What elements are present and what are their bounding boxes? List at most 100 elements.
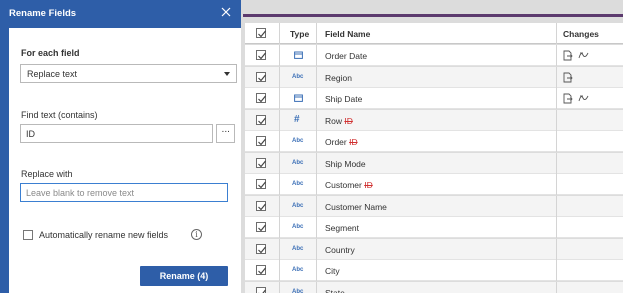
row-type-cell[interactable]: # [280,109,317,131]
field-name-text: City [325,266,340,276]
field-name-text: Order Date [325,51,368,61]
row-type-cell[interactable]: Abc [280,260,317,281]
row-field-name-cell[interactable]: Order ID [317,131,557,152]
removed-text: ID [344,115,353,126]
check-icon [258,74,266,81]
row-changes-cell [557,45,623,66]
row-changes-cell [557,174,623,195]
row-type-cell[interactable]: Abc [280,131,317,152]
row-checkbox[interactable] [256,265,266,275]
row-type-cell[interactable]: Abc [280,66,317,88]
field-name: Order ID [325,137,358,147]
field-name-text: Country [325,244,355,255]
row-checkbox[interactable] [256,114,266,125]
row-field-name-cell[interactable]: Customer Name [317,195,557,217]
row-checkbox[interactable] [256,243,266,254]
for-each-field-select[interactable]: Replace text [20,64,237,83]
table-row[interactable]: Abc Customer ID [245,174,623,195]
field-name: Customer ID [325,180,373,190]
check-icon [258,117,266,124]
row-checkbox[interactable] [256,179,266,189]
close-icon[interactable] [219,5,233,19]
row-type-cell[interactable]: Abc [280,174,317,195]
table-row[interactable]: Abc Segment [245,217,623,238]
table-row[interactable]: Abc Ship Mode [245,152,623,174]
calc-icon[interactable] [578,50,590,61]
auto-rename-checkbox[interactable] [23,230,33,240]
number-type-icon: # [294,113,300,125]
row-field-name-cell[interactable]: Ship Mode [317,152,557,174]
row-checkbox-cell [245,88,280,109]
row-changes-cell [557,131,623,152]
row-field-name-cell[interactable]: Order Date [317,45,557,66]
top-accent-bar [243,14,623,17]
select-all-checkbox[interactable] [256,28,266,38]
header-type-cell[interactable]: Type [280,23,317,44]
row-field-name-cell[interactable]: Customer ID [317,174,557,195]
string-type-icon: Abc [292,245,304,252]
rename-icon[interactable] [563,93,573,104]
row-type-cell[interactable]: Abc [280,217,317,238]
table-row[interactable]: Abc City [245,260,623,281]
row-checkbox[interactable] [256,50,266,60]
row-changes-cell [557,196,623,217]
header-changes-cell[interactable]: Changes [557,23,623,44]
string-type-icon: Abc [292,288,304,293]
row-field-name-cell[interactable]: City [317,260,557,281]
check-icon [258,95,266,103]
row-checkbox[interactable] [256,71,266,82]
row-type-cell[interactable]: Abc [280,195,317,217]
row-field-name-cell[interactable]: Country [317,238,557,260]
row-field-name-cell[interactable]: Region [317,66,557,88]
check-icon [258,160,266,167]
row-checkbox-cell [245,238,280,260]
rename-icon[interactable] [563,72,573,83]
row-field-name-cell[interactable]: State [317,281,557,293]
field-name: Region [325,73,352,83]
row-field-name-cell[interactable]: Row ID [317,109,557,131]
rename-button[interactable]: Rename (4) [140,266,228,286]
info-icon[interactable]: i [191,229,202,240]
calc-icon[interactable] [578,93,590,104]
row-checkbox[interactable] [256,157,266,168]
row-checkbox-cell [245,281,280,293]
more-options-button[interactable]: ··· [216,124,235,143]
replace-with-input[interactable] [20,183,228,202]
row-checkbox[interactable] [256,222,266,232]
field-name: Ship Mode [325,159,366,169]
field-name: Customer Name [325,202,387,212]
row-type-cell[interactable] [280,45,317,66]
auto-rename-label: Automatically rename new fields [39,230,169,240]
field-name-text: Order [325,137,350,147]
table-row[interactable]: Order Date [245,45,623,66]
row-type-cell[interactable]: Abc [280,238,317,260]
row-type-cell[interactable] [280,88,317,109]
header-field-name-cell[interactable]: Field Name [317,23,557,44]
row-changes-cell [557,239,623,260]
row-checkbox[interactable] [256,200,266,211]
row-field-name-cell[interactable]: Segment [317,217,557,238]
table-row[interactable]: Abc Order ID [245,131,623,152]
rename-icon[interactable] [563,50,573,61]
row-type-cell[interactable]: Abc [280,281,317,293]
table-row[interactable]: Abc Country [245,238,623,260]
table-row[interactable]: Abc Region [245,66,623,88]
row-type-cell[interactable]: Abc [280,152,317,174]
field-name: Segment [325,223,359,233]
row-field-name-cell[interactable]: Ship Date [317,88,557,109]
row-checkbox[interactable] [256,286,266,293]
field-name-text: Region [325,72,352,83]
row-checkbox[interactable] [256,93,266,103]
find-text-input[interactable] [20,124,213,143]
table-row[interactable]: # Row ID [245,109,623,131]
for-each-field-selected: Replace text [27,69,78,79]
string-type-icon: Abc [292,224,304,230]
date-type-icon [294,94,303,102]
check-icon [258,138,266,146]
table-row[interactable]: Abc State [245,281,623,293]
table-row[interactable]: Abc Customer Name [245,195,623,217]
fields-table-area: Type Field Name Changes Order Date Abc Reg… [241,0,623,293]
field-name-text: State [325,287,345,293]
row-checkbox[interactable] [256,136,266,146]
table-row[interactable]: Ship Date [245,88,623,109]
